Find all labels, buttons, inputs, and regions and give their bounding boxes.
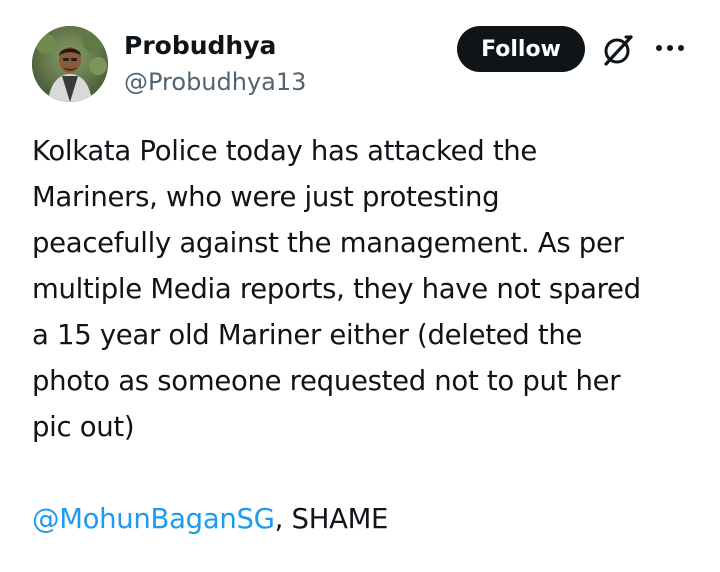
tweet-body: Kolkata Police today has attacked the Ma… [32,128,708,450]
tweet-text-line: multiple Media reports, they have not sp… [32,273,641,305]
mention-suffix-text: , SHAME [274,503,389,535]
tweet-card: Probudhya @Probudhya13 Follow Kolkata Po… [0,0,720,572]
more-dots-glyph [656,45,684,51]
more-options-icon[interactable] [653,38,687,58]
tweet-text-line: Mariners, who were just protesting [32,181,500,213]
grok-icon[interactable] [600,32,636,68]
tweet-text-line: peacefully against the management. As pe… [32,227,624,259]
tweet-text-line: pic out) [32,411,135,443]
user-handle[interactable]: @Probudhya13 [124,66,306,98]
tweet-text-line: Kolkata Police today has attacked the [32,135,538,167]
follow-button[interactable]: Follow [457,26,585,72]
tweet-mention-line: @MohunBaganSG, SHAME [32,496,388,542]
avatar-image [32,26,108,102]
tweet-text-line: a 15 year old Mariner either (deleted th… [32,319,583,351]
display-name[interactable]: Probudhya [124,30,306,62]
author-info: Probudhya @Probudhya13 [124,30,306,98]
avatar[interactable] [32,26,108,102]
grok-icon-glyph [604,35,633,66]
mention-link[interactable]: @MohunBaganSG [32,503,275,535]
tweet-text-line: photo as someone requested not to put he… [32,365,621,397]
